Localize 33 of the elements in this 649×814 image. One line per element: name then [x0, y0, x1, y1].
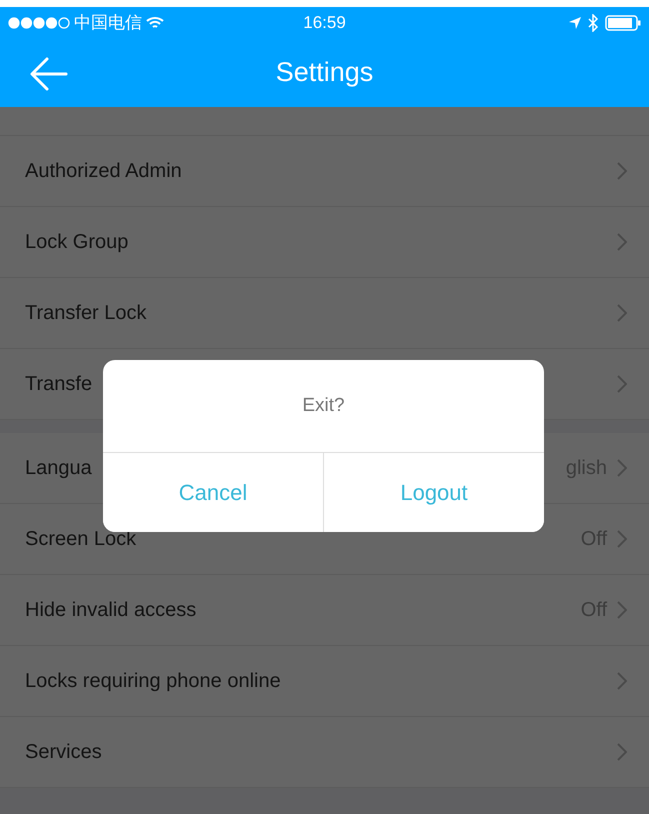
row-label: Locks requiring phone online: [25, 670, 282, 692]
back-arrow-icon[interactable]: [30, 57, 68, 91]
settings-row[interactable]: Lock Group: [0, 207, 649, 278]
signal-icon: [8, 16, 70, 28]
settings-row[interactable]: Authorized Admin: [0, 136, 649, 207]
chevron-icon: [617, 233, 627, 251]
dialog-button[interactable]: Logout: [323, 453, 544, 532]
chevron-icon: [617, 304, 627, 322]
row-label: Authorized Admin: [25, 160, 183, 182]
row-label: Lock Group: [25, 230, 130, 254]
page-title: Settings: [276, 57, 374, 88]
chevron-icon: [617, 162, 627, 180]
settings-row[interactable]: Transfer Lock: [0, 278, 649, 349]
carrier-name: 中国电信: [74, 12, 142, 34]
row-label: Transfe: [25, 372, 94, 396]
battery-icon: [605, 14, 642, 30]
chevron-icon: [617, 743, 627, 761]
chevron-icon: [617, 530, 627, 548]
wifi-icon: [146, 16, 164, 30]
row-label: Services: [25, 740, 103, 764]
row-label: Transfer Lock: [25, 302, 148, 324]
bluetooth-icon: [588, 14, 600, 32]
chevron-icon: [617, 601, 627, 619]
row-label: Hide invalid access: [25, 598, 198, 622]
row-label: Langua: [25, 456, 93, 480]
chevron-icon: [617, 672, 627, 690]
chevron-icon: [617, 375, 627, 393]
chevron-icon: [617, 459, 627, 477]
dialog-title: Exit?: [302, 395, 345, 417]
status-time: 16:59: [303, 12, 346, 32]
settings-row[interactable]: Services: [0, 717, 649, 788]
location-arrow-icon: [568, 16, 582, 30]
settings-row[interactable]: Locks requiring phone online: [0, 646, 649, 717]
